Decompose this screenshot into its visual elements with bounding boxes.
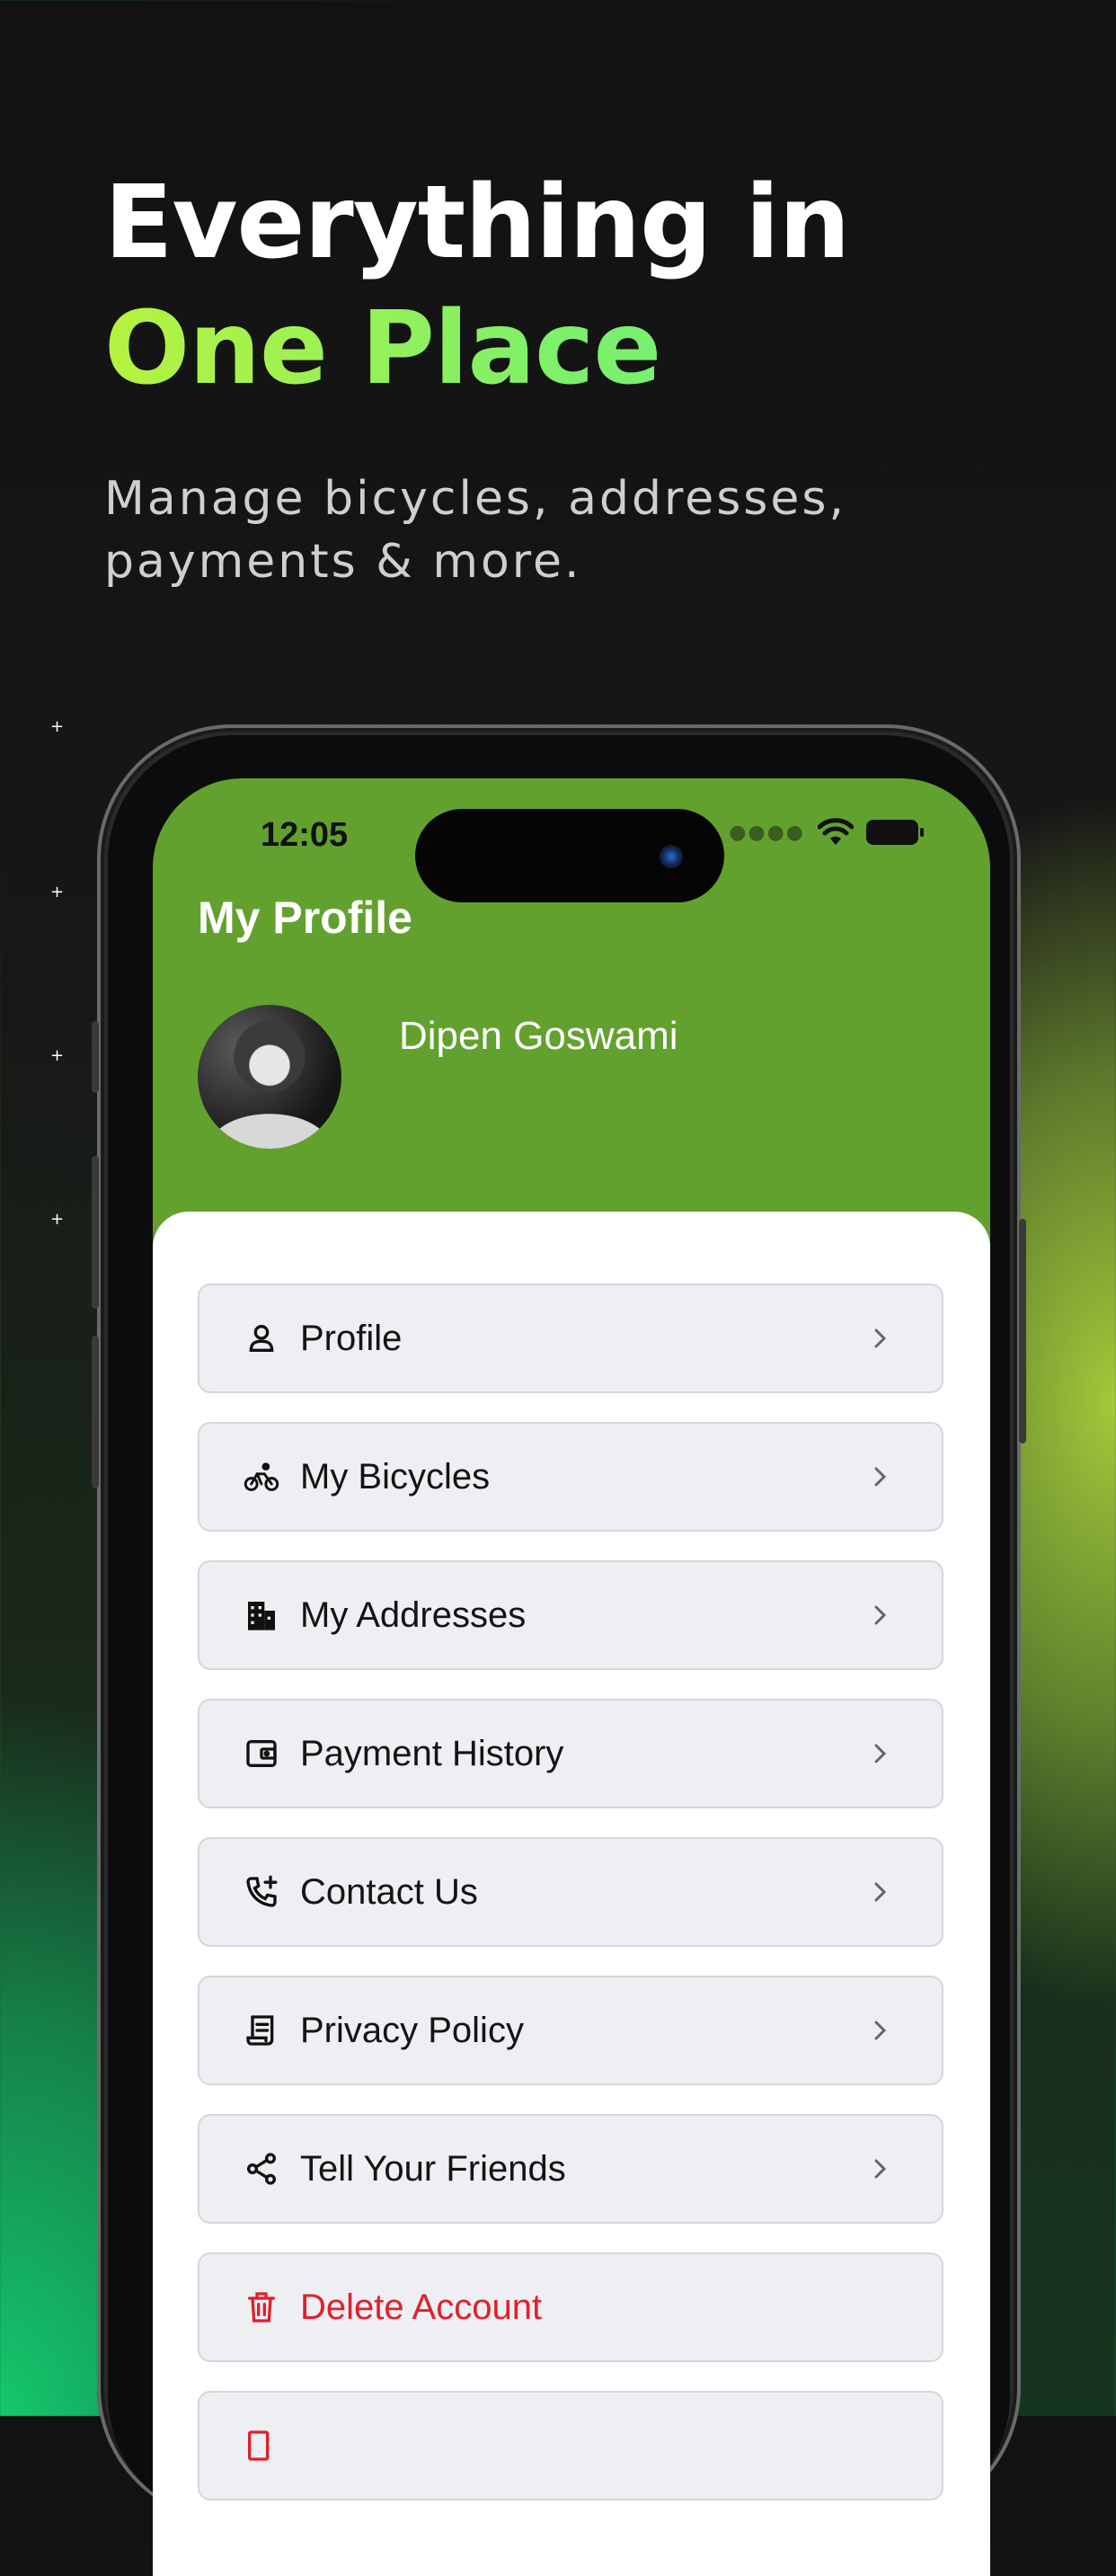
menu-item-tell-your-friends[interactable]: Tell Your Friends (198, 2114, 943, 2224)
menu-item-label: Payment History (300, 1733, 564, 1773)
menu-list: Profile My Bicycles My Addresses Payment… (198, 1284, 943, 2529)
hero-subtitle: Manage bicycles, addresses, payments & m… (104, 472, 846, 589)
signal-icon: ●●●● (729, 821, 805, 844)
chevron-right-icon (874, 2021, 887, 2040)
wallet-icon (243, 1735, 280, 1772)
chevron-right-icon (874, 2159, 887, 2179)
menu-item-contact-us[interactable]: Contact Us (198, 1837, 943, 1947)
wifi-icon (818, 818, 854, 845)
person-icon (243, 1319, 280, 1357)
hero-title: Everything in One Place (104, 160, 850, 412)
menu-item-label: Delete Account (300, 2287, 543, 2327)
avatar[interactable] (198, 1005, 341, 1149)
dynamic-island (415, 809, 724, 902)
hero-title-line1: Everything in (104, 164, 850, 281)
chevron-right-icon (874, 1744, 887, 1763)
bicycle-icon (243, 1458, 280, 1496)
menu-item-label: Tell Your Friends (300, 2148, 566, 2189)
sparkle-decoration: + (50, 1046, 65, 1065)
phone-side-button (92, 1156, 99, 1309)
phone-add-icon (243, 1873, 280, 1911)
status-time: 12:05 (261, 816, 349, 854)
phone-side-button (1019, 1219, 1026, 1443)
status-indicators: ●●●● (729, 818, 924, 847)
building-icon (243, 1596, 280, 1634)
sparkle-decoration: + (50, 1210, 65, 1229)
phone-side-button (92, 1021, 99, 1093)
menu-item-label: Privacy Policy (300, 2010, 524, 2050)
menu-item-label: Contact Us (300, 1871, 478, 1912)
menu-item-profile[interactable]: Profile (198, 1284, 943, 1393)
share-icon (243, 2150, 280, 2188)
menu-item-partial[interactable] (198, 2391, 943, 2500)
chevron-right-icon (874, 1467, 887, 1487)
menu-item-label: My Addresses (300, 1594, 527, 1635)
sparkle-decoration: + (50, 717, 65, 736)
hero-title-line2: One Place (104, 286, 849, 412)
trash-icon (243, 2288, 280, 2326)
document-icon (243, 2012, 280, 2049)
page-title: My Profile (198, 893, 412, 943)
phone-frame: 12:05 ●●●● My Profile Dipen Goswami Prof… (92, 724, 1026, 2576)
phone-screen: 12:05 ●●●● My Profile Dipen Goswami Prof… (153, 778, 990, 2576)
chevron-right-icon (874, 1882, 887, 1902)
chevron-right-icon (874, 1605, 887, 1625)
menu-item-label: My Bicycles (300, 1456, 491, 1497)
battery-icon (866, 820, 924, 845)
user-name: Dipen Goswami (399, 1014, 678, 1058)
menu-item-privacy-policy[interactable]: Privacy Policy (198, 1976, 943, 2085)
camera-icon (660, 845, 683, 868)
menu-item-my-bicycles[interactable]: My Bicycles (198, 1422, 943, 1532)
chevron-right-icon (874, 1328, 887, 1348)
menu-panel: Profile My Bicycles My Addresses Payment… (153, 1212, 990, 2576)
sparkle-decoration: + (50, 883, 65, 902)
menu-item-payment-history[interactable]: Payment History (198, 1699, 943, 1808)
phone-bezel: 12:05 ●●●● My Profile Dipen Goswami Prof… (108, 735, 1010, 2576)
menu-item-my-addresses[interactable]: My Addresses (198, 1560, 943, 1670)
menu-item-delete-account[interactable]: Delete Account (198, 2252, 943, 2362)
phone-side-button (92, 1336, 99, 1488)
logout-icon (243, 2427, 280, 2465)
menu-item-label: Profile (300, 1318, 403, 1358)
